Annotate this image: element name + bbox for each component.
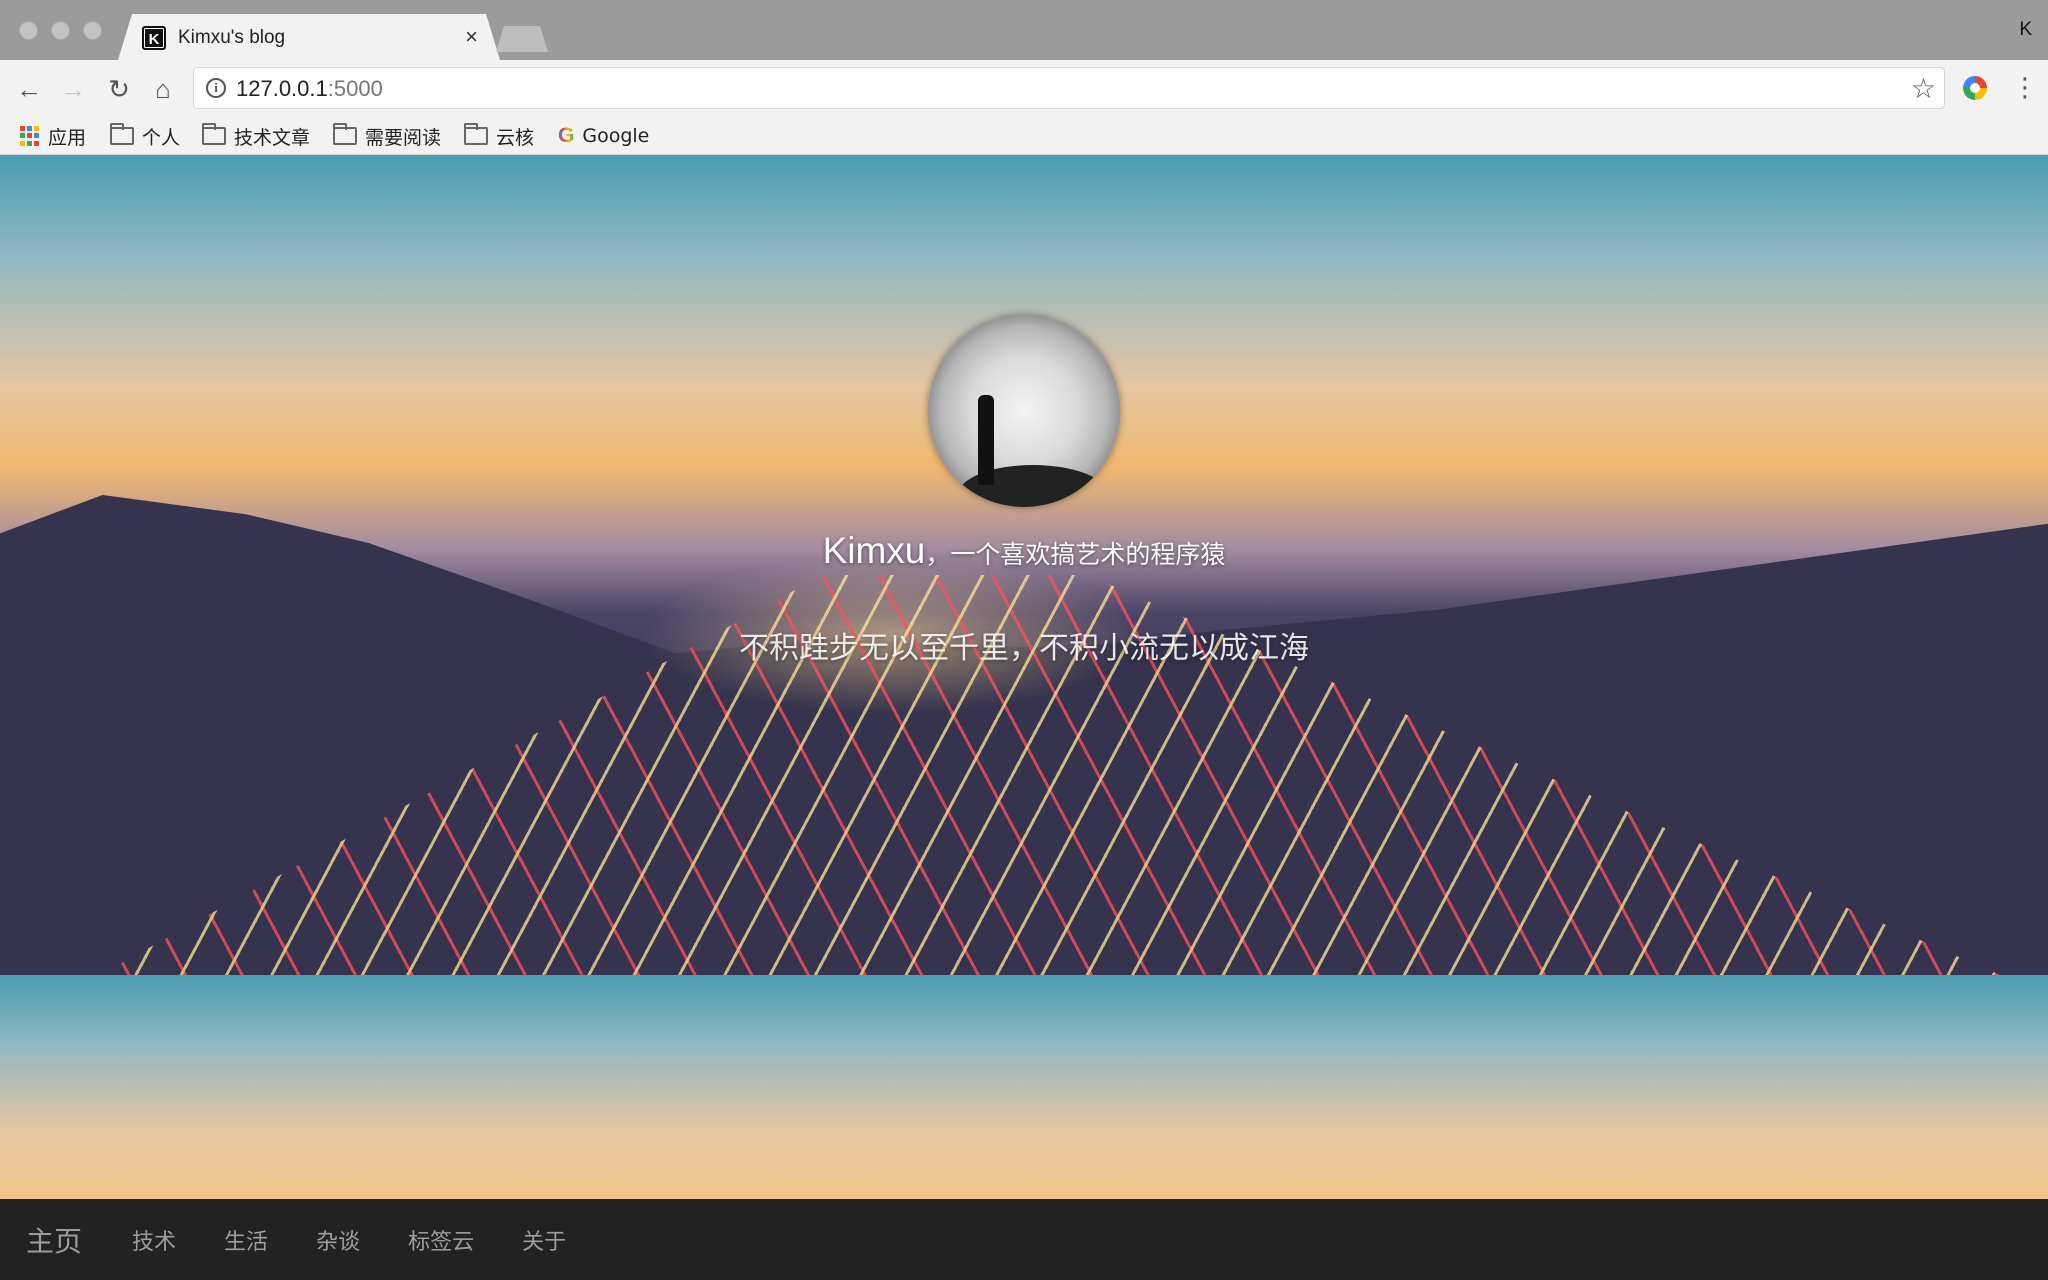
- nav-home[interactable]: 主页: [26, 1220, 82, 1260]
- window-close-button[interactable]: [19, 21, 38, 40]
- browser-menu-icon[interactable]: ⋮: [2012, 72, 2038, 103]
- bookmark-label: 技术文章: [234, 126, 311, 149]
- bookmark-star-icon[interactable]: ☆: [1911, 72, 1936, 105]
- profile-button[interactable]: K: [2019, 19, 2032, 41]
- window-minimize-button[interactable]: [51, 21, 70, 40]
- google-icon: G: [558, 124, 575, 147]
- nav-life[interactable]: 生活: [224, 1224, 268, 1256]
- bookmarks-bar: 应用 个人 技术文章 需要阅读 云核 G Google: [0, 118, 2048, 155]
- url-text: 127.0.0.1:5000: [236, 76, 383, 102]
- reload-icon[interactable]: ↻: [104, 74, 134, 104]
- browser-toolbar: ← → ↻ ⌂ i 127.0.0.1:5000 ☆ ⋮: [0, 60, 2048, 118]
- browser-titlebar: K Kimxu's blog × K: [0, 0, 2048, 60]
- new-tab-button[interactable]: [496, 26, 548, 52]
- site-navbar: 主页 技术 生活 杂谈 标签云 关于: [0, 1199, 2048, 1280]
- nav-tag-cloud[interactable]: 标签云: [408, 1224, 474, 1256]
- hero-banner-repeat: [0, 975, 2048, 1199]
- folder-icon: [333, 123, 357, 145]
- tab-close-icon[interactable]: ×: [465, 24, 478, 50]
- browser-tab-active[interactable]: K Kimxu's blog ×: [118, 14, 500, 60]
- site-favicon-icon: K: [142, 26, 166, 50]
- back-arrow-icon[interactable]: ←: [14, 74, 44, 104]
- bookmark-label: 应用: [48, 126, 87, 149]
- bookmark-folder-tech-articles[interactable]: 技术文章: [202, 122, 310, 150]
- author-avatar: [928, 315, 1120, 507]
- url-port: :5000: [327, 76, 383, 101]
- bookmark-folder-yunhe[interactable]: 云核: [464, 122, 534, 150]
- address-bar[interactable]: i 127.0.0.1:5000 ☆: [193, 67, 1945, 109]
- tab-title: Kimxu's blog: [178, 27, 286, 48]
- nav-misc[interactable]: 杂谈: [316, 1224, 360, 1256]
- bookmark-folder-to-read[interactable]: 需要阅读: [333, 122, 441, 150]
- bookmark-label: 个人: [142, 126, 181, 149]
- folder-icon: [464, 123, 488, 145]
- site-info-icon[interactable]: i: [206, 78, 226, 98]
- title-separator: ，: [925, 540, 951, 569]
- folder-icon: [202, 123, 226, 145]
- apps-grid-icon: [20, 126, 40, 146]
- forward-arrow-icon[interactable]: →: [58, 74, 88, 104]
- extension-icon[interactable]: [1963, 76, 1987, 100]
- hero-title: Kimxu，一个喜欢搞艺术的程序猿: [0, 530, 2048, 572]
- home-icon[interactable]: ⌂: [148, 74, 178, 104]
- bookmark-label: 云核: [496, 126, 535, 149]
- nav-tech[interactable]: 技术: [132, 1224, 176, 1256]
- nav-about[interactable]: 关于: [522, 1224, 566, 1256]
- author-name: Kimxu: [822, 530, 926, 571]
- bookmark-folder-personal[interactable]: 个人: [110, 122, 180, 150]
- url-host: 127.0.0.1: [236, 76, 328, 101]
- bookmark-apps[interactable]: 应用: [20, 122, 86, 150]
- folder-icon: [110, 123, 134, 145]
- hero-motto: 不积跬步无以至千里，不积小流无以成江海: [739, 631, 1309, 666]
- bookmark-google[interactable]: G Google: [558, 122, 649, 150]
- bookmark-label: Google: [582, 125, 650, 147]
- bookmark-label: 需要阅读: [365, 126, 442, 149]
- author-tagline: 一个喜欢搞艺术的程序猿: [950, 540, 1226, 569]
- window-zoom-button[interactable]: [83, 21, 102, 40]
